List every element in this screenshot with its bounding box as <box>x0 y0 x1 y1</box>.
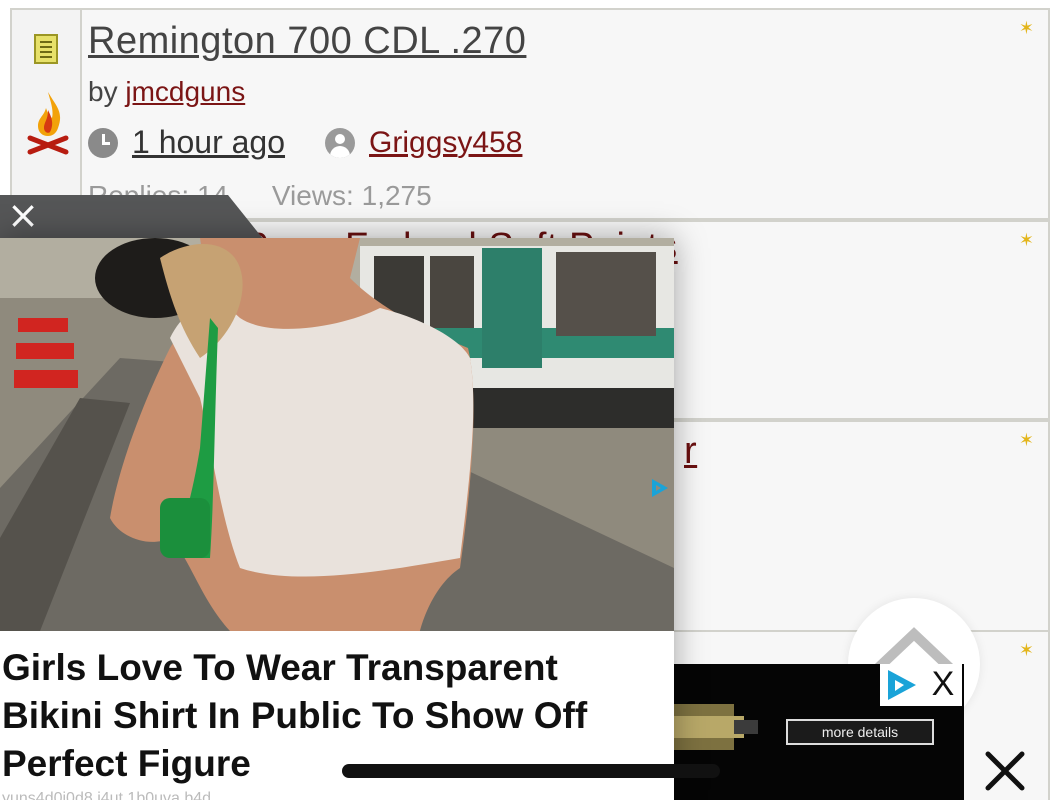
thread-meta: 1 hour ago Griggsy458 <box>88 124 522 161</box>
thread-icon-column <box>12 10 82 218</box>
views-count: Views: 1,275 <box>271 180 432 211</box>
user-icon <box>325 127 356 158</box>
last-poster-link[interactable]: Griggsy458 <box>369 126 522 160</box>
thread-title-link[interactable]: r <box>684 430 697 473</box>
ad-dismiss-button[interactable] <box>982 748 1028 794</box>
star-icon: ✶ <box>1018 230 1034 250</box>
ad-subtext: yuns4d0i0d8 i4ut 1b0uva b4d <box>2 790 212 800</box>
clock-icon <box>88 127 118 158</box>
banner-close-button[interactable]: X <box>926 664 960 704</box>
by-label: by <box>88 76 118 107</box>
thread-byline: by jmcdguns <box>88 76 245 108</box>
thread-title-link[interactable]: Remington 700 CDL .270 <box>88 20 526 63</box>
subway-photo <box>0 238 674 631</box>
star-icon: ✶ <box>1018 18 1034 38</box>
star-icon: ✶ <box>1018 640 1034 660</box>
adchoices-icon[interactable] <box>648 476 672 500</box>
document-icon <box>34 34 58 64</box>
ad-image[interactable] <box>0 238 674 631</box>
overlay-ad[interactable]: Girls Love To Wear Transparent Bikini Sh… <box>0 238 674 800</box>
adchoices-icon <box>888 670 916 700</box>
close-icon <box>985 751 1025 791</box>
thread-row[interactable]: Remington 700 CDL .270 by jmcdguns 1 hou… <box>10 8 1050 220</box>
close-icon[interactable]: × <box>4 196 42 236</box>
thread-content: Remington 700 CDL .270 by jmcdguns 1 hou… <box>88 10 1048 218</box>
more-details-button[interactable]: more details <box>786 719 934 745</box>
star-icon: ✶ <box>1018 430 1034 450</box>
home-indicator[interactable] <box>342 764 720 778</box>
last-post-time-link[interactable]: 1 hour ago <box>132 124 285 161</box>
campfire-icon <box>27 92 69 155</box>
author-link[interactable]: jmcdguns <box>125 76 245 107</box>
